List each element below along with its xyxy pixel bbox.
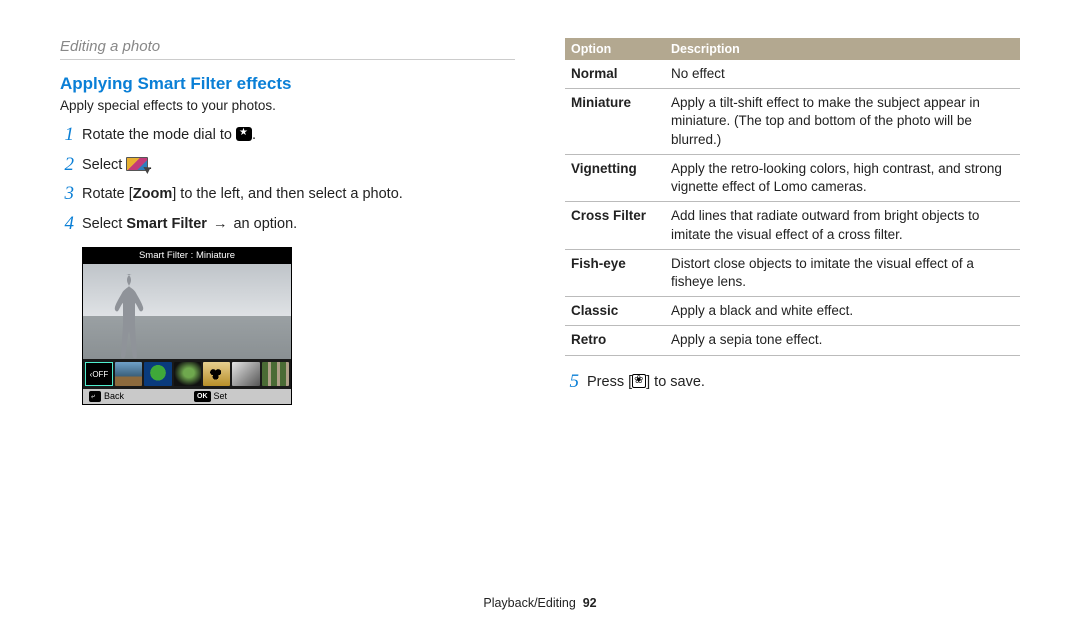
macro-button-icon <box>632 374 646 388</box>
step-number: 2 <box>60 153 74 178</box>
option-desc: Apply a black and white effect. <box>665 297 1020 326</box>
mode-dial-icon <box>236 127 252 141</box>
th-option: Option <box>565 38 665 60</box>
divider <box>60 59 515 60</box>
camera-screen-preview: Smart Filter : Miniature ‹OFF ⤶Back OKSe… <box>82 247 292 405</box>
silhouette-figure <box>105 269 147 359</box>
back-key-icon: ⤶ <box>89 391 101 402</box>
option-name: Cross Filter <box>565 202 665 249</box>
set-hint: OKSet <box>194 391 227 402</box>
option-name: Vignetting <box>565 154 665 201</box>
table-row: RetroApply a sepia tone effect. <box>565 326 1020 355</box>
filter-thumb-cross[interactable] <box>174 362 201 386</box>
filter-thumbnail-strip: ‹OFF <box>83 359 291 389</box>
th-description: Description <box>665 38 1020 60</box>
filter-thumb-miniature[interactable] <box>115 362 142 386</box>
table-row: VignettingApply the retro-looking colors… <box>565 154 1020 201</box>
filter-off-button[interactable]: ‹OFF <box>85 362 113 386</box>
step-text: Rotate [Zoom] to the left, and then sele… <box>82 185 403 204</box>
step-text: Rotate the mode dial to . <box>82 126 256 145</box>
option-name: Classic <box>565 297 665 326</box>
step-number: 1 <box>60 123 74 148</box>
page-footer: Playback/Editing 92 <box>0 596 1080 610</box>
breadcrumb-section: Editing a photo <box>60 38 515 55</box>
filter-thumb-retro[interactable] <box>262 362 289 386</box>
back-hint: ⤶Back <box>89 391 124 402</box>
option-desc: Apply the retro-looking colors, high con… <box>665 154 1020 201</box>
step-number: 5 <box>565 370 579 395</box>
step-2: 2 Select . <box>60 153 515 178</box>
step-3: 3 Rotate [Zoom] to the left, and then se… <box>60 182 515 207</box>
step-text: Select Smart Filter → an option. <box>82 215 297 234</box>
table-row: Cross FilterAdd lines that radiate outwa… <box>565 202 1020 249</box>
step-number: 4 <box>60 212 74 237</box>
filter-thumb-vignetting[interactable] <box>144 362 171 386</box>
options-tbody: NormalNo effectMiniatureApply a tilt-shi… <box>565 60 1020 355</box>
table-row: ClassicApply a black and white effect. <box>565 297 1020 326</box>
filter-thumb-fisheye[interactable] <box>203 362 230 386</box>
step-5: 5 Press [] to save. <box>565 370 1020 395</box>
option-name: Fish-eye <box>565 249 665 296</box>
screen-footer: ⤶Back OKSet <box>83 389 291 404</box>
intro-text: Apply special effects to your photos. <box>60 98 515 113</box>
step-4: 4 Select Smart Filter → an option. <box>60 212 515 237</box>
step-text: Select . <box>82 156 152 175</box>
option-desc: Add lines that radiate outward from brig… <box>665 202 1020 249</box>
filter-thumb-classic[interactable] <box>232 362 259 386</box>
option-desc: Apply a sepia tone effect. <box>665 326 1020 355</box>
option-desc: Distort close objects to imitate the vis… <box>665 249 1020 296</box>
step-number: 3 <box>60 182 74 207</box>
table-row: Fish-eyeDistort close objects to imitate… <box>565 249 1020 296</box>
edit-icon <box>126 157 148 171</box>
ok-key-icon: OK <box>194 391 211 402</box>
step-text: Press [] to save. <box>587 373 705 392</box>
table-row: MiniatureApply a tilt-shift effect to ma… <box>565 89 1020 155</box>
option-desc: No effect <box>665 60 1020 89</box>
option-name: Miniature <box>565 89 665 155</box>
option-name: Retro <box>565 326 665 355</box>
table-row: NormalNo effect <box>565 60 1020 89</box>
step-1: 1 Rotate the mode dial to . <box>60 123 515 148</box>
option-name: Normal <box>565 60 665 89</box>
screen-viewport <box>83 264 291 359</box>
option-desc: Apply a tilt-shift effect to make the su… <box>665 89 1020 155</box>
options-table: Option Description NormalNo effectMiniat… <box>565 38 1020 356</box>
page-heading: Applying Smart Filter effects <box>60 74 515 94</box>
screen-title: Smart Filter : Miniature <box>83 248 291 264</box>
